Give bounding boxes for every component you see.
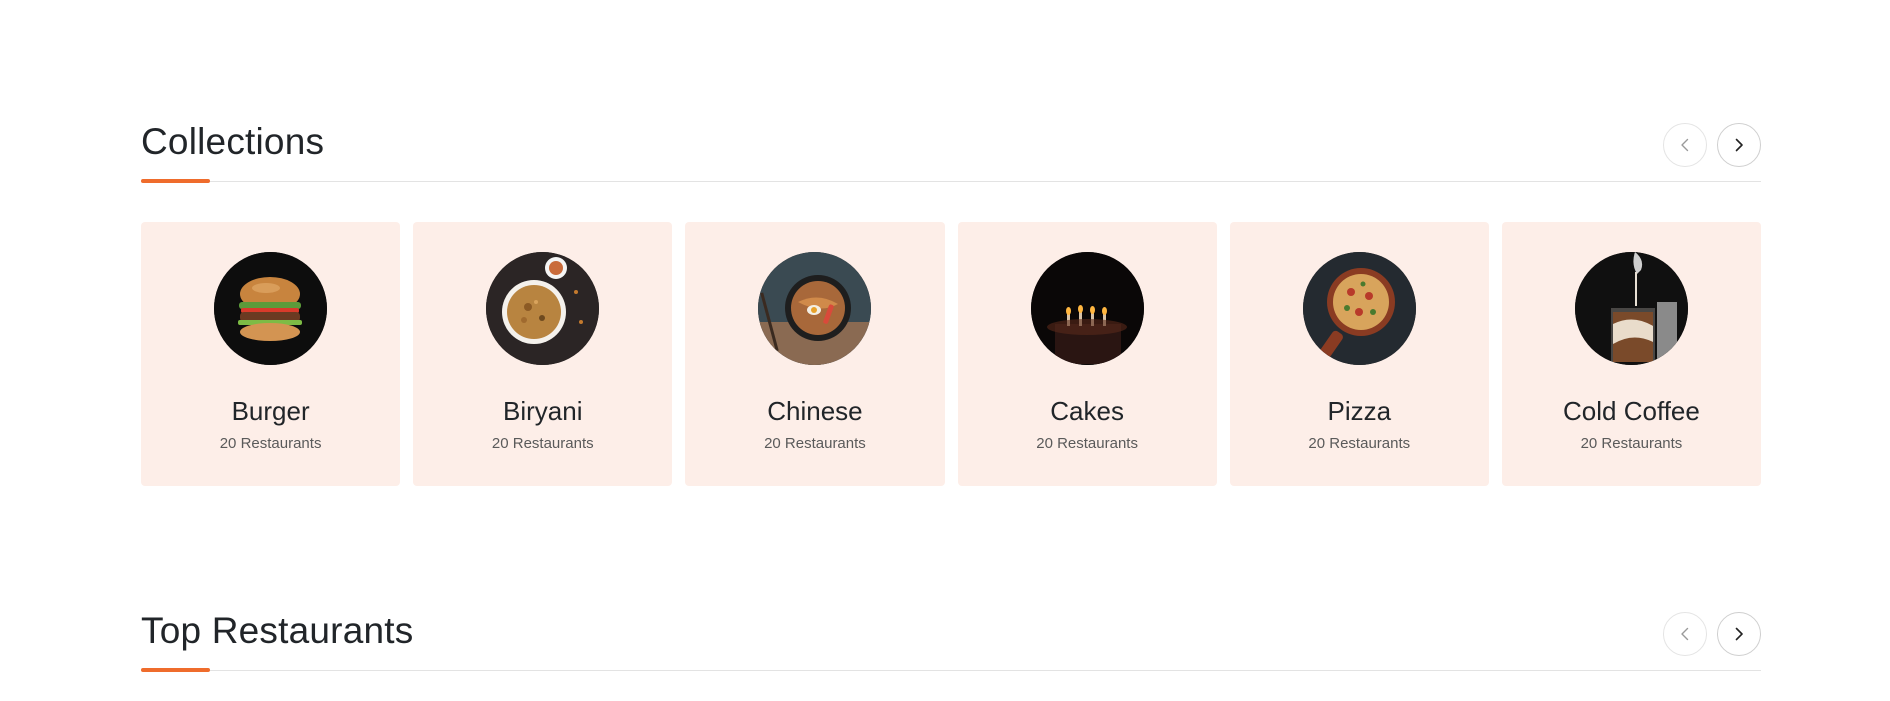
collection-name: Burger: [231, 396, 310, 426]
collections-prev-button[interactable]: [1663, 123, 1707, 167]
burger-image: [214, 252, 328, 365]
collection-name: Cakes: [1050, 396, 1124, 426]
title-accent-underline: [141, 179, 210, 183]
collections-header: Collections: [141, 112, 1761, 183]
collection-card-biryani[interactable]: Biryani 20 Restaurants: [413, 222, 673, 486]
top-restaurants-prev-button[interactable]: [1663, 612, 1707, 656]
top-restaurants-title: Top Restaurants: [141, 610, 414, 651]
chevron-left-icon: [1681, 627, 1689, 641]
top-restaurants-next-button[interactable]: [1717, 612, 1761, 656]
chevron-right-icon: [1735, 138, 1743, 152]
collection-name: Cold Coffee: [1563, 396, 1700, 426]
collections-title: Collections: [141, 121, 325, 162]
collection-count: 20 Restaurants: [1036, 435, 1138, 452]
collection-name: Biryani: [503, 396, 583, 426]
cold-coffee-image: [1574, 252, 1688, 365]
collection-card-burger[interactable]: Burger 20 Restaurants: [141, 222, 401, 486]
top-restaurants-section: Top Restaurants: [141, 601, 1761, 672]
collections-carousel: Burger 20 Restaurants Biryani 20 Restaur…: [141, 222, 1762, 486]
collection-count: 20 Restaurants: [1580, 435, 1683, 452]
collection-card-chinese[interactable]: Chinese 20 Restaurants: [685, 222, 945, 486]
collection-name: Chinese: [767, 396, 863, 426]
top-restaurants-header: Top Restaurants: [141, 601, 1761, 672]
chevron-right-icon: [1735, 627, 1743, 641]
title-accent-underline: [141, 668, 210, 672]
collection-card-cold-coffee[interactable]: Cold Coffee 20 Restaurants: [1501, 222, 1762, 486]
chinese-noodles-image: [758, 252, 872, 365]
collection-count: 20 Restaurants: [764, 435, 866, 452]
cake-candles-image: [1030, 252, 1144, 365]
biryani-image: [486, 252, 600, 365]
chevron-left-icon: [1681, 138, 1689, 152]
collections-next-button[interactable]: [1717, 123, 1761, 167]
collection-card-cakes[interactable]: Cakes 20 Restaurants: [957, 222, 1217, 486]
collection-card-pizza[interactable]: Pizza 20 Restaurants: [1229, 222, 1489, 486]
collection-count: 20 Restaurants: [1308, 435, 1411, 452]
collection-name: Pizza: [1327, 396, 1392, 426]
collections-section: Collections Burger 20 Restaurants Biryan…: [141, 112, 1762, 486]
pizza-image: [1302, 252, 1416, 365]
collection-count: 20 Restaurants: [491, 435, 594, 452]
collection-count: 20 Restaurants: [219, 435, 322, 452]
